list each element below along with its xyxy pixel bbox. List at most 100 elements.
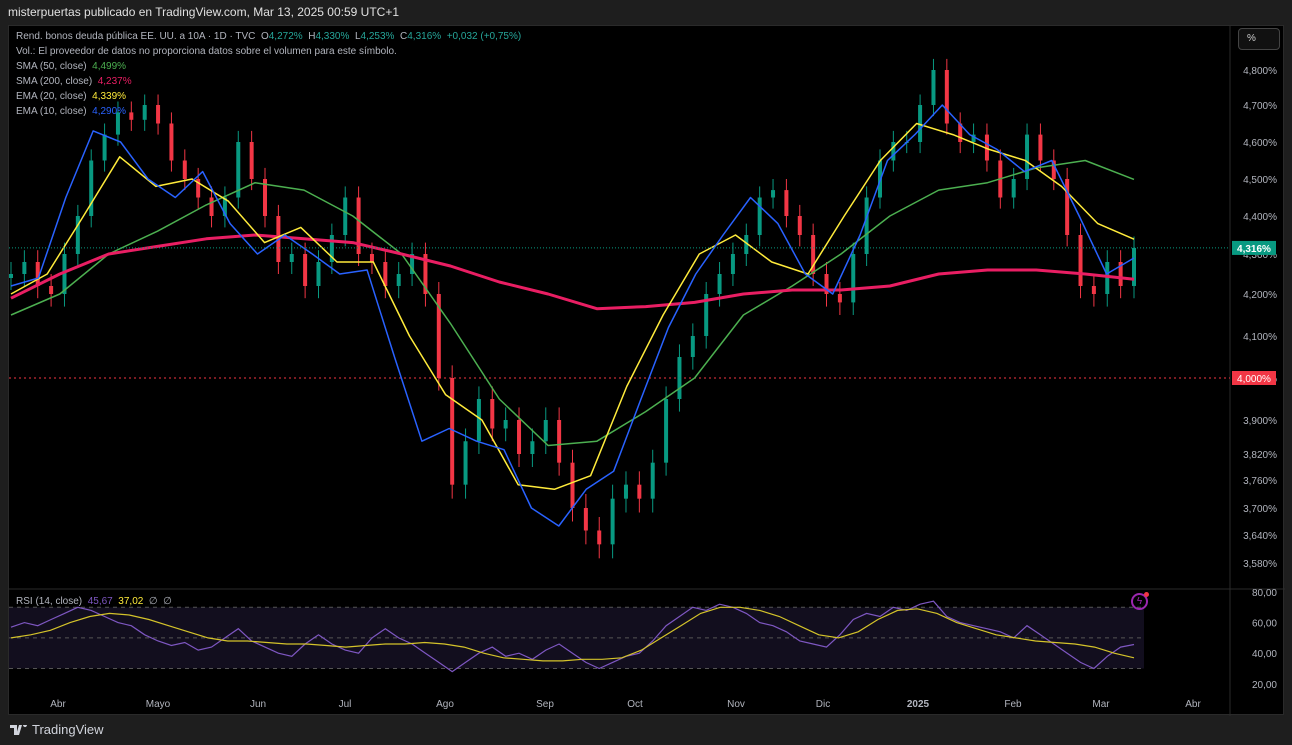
time-tick-label: Abr xyxy=(1185,699,1201,710)
candle-body xyxy=(583,508,588,531)
indicator-label: EMA (20, close) xyxy=(16,91,87,102)
chart-panel[interactable]: 4,800% 4,700% 4,600% 4,500% 4,400% 4,300% 4,20… xyxy=(8,25,1285,716)
time-tick-label: Nov xyxy=(727,699,745,710)
price-tick-label: 4,400% xyxy=(1243,212,1277,223)
footer-brand[interactable]: TradingView xyxy=(10,722,104,737)
candle-body xyxy=(343,197,348,235)
candle-body xyxy=(771,190,776,198)
time-tick-label: Oct xyxy=(627,699,643,710)
candle-body xyxy=(49,286,54,294)
candle-body xyxy=(690,336,695,357)
candle-body xyxy=(182,160,187,179)
candle-body xyxy=(837,294,842,303)
candle-body xyxy=(944,70,949,124)
candle-body xyxy=(597,530,602,545)
candle-body xyxy=(517,420,522,454)
candle-body xyxy=(1011,179,1016,198)
time-tick-label: 2025 xyxy=(907,699,930,710)
price-tick-label: 3,900% xyxy=(1243,416,1277,427)
indicator-label: SMA (200, close) xyxy=(16,76,93,87)
high-value: 4,330% xyxy=(315,31,350,42)
legend-sma200[interactable]: SMA (200, close) 4,237% xyxy=(16,76,132,87)
candle-body xyxy=(730,254,735,274)
candle-body xyxy=(1078,235,1083,286)
rsi-tick-label: 60,00 xyxy=(1252,619,1277,630)
indicator-value: 4,499% xyxy=(92,61,127,72)
open-value: 4,272% xyxy=(268,31,303,42)
candle-body xyxy=(209,197,214,216)
close-value: 4,316% xyxy=(407,31,442,42)
candle-body xyxy=(757,197,762,235)
candle-body xyxy=(476,399,481,442)
candle-body xyxy=(156,105,161,124)
low-value: 4,253% xyxy=(360,31,395,42)
publisher-header: misterpuertas publicado en TradingView.c… xyxy=(8,5,399,19)
time-tick-label: Abr xyxy=(50,699,66,710)
legend-sma50[interactable]: SMA (50, close) 4,499% xyxy=(16,61,126,72)
time-tick-label: Jun xyxy=(250,699,266,710)
candle-body xyxy=(1025,134,1030,179)
change-value: +0,032 (+0,75%) xyxy=(446,31,522,42)
percent-scale-button[interactable]: % xyxy=(1238,28,1280,50)
candle-body xyxy=(316,262,321,286)
price-tick-label: 4,700% xyxy=(1243,101,1277,112)
tradingview-logo-icon xyxy=(10,724,27,735)
indicator-line-ema-20-close- xyxy=(10,122,1135,491)
price-tick-label: 3,760% xyxy=(1243,476,1277,487)
chart-canvas[interactable]: 4,800%4,700%4,600%4,500%4,400%4,300%4,20… xyxy=(9,26,1285,716)
candle-body xyxy=(570,462,575,508)
candle-body xyxy=(1091,286,1096,294)
time-tick-label: Feb xyxy=(1004,699,1022,710)
indicator-line-sma-50-close- xyxy=(10,159,1135,447)
open-label: O xyxy=(260,31,269,42)
candle-body xyxy=(503,420,508,429)
legend-ema10[interactable]: EMA (10, close) 4,290% xyxy=(16,106,126,117)
legend-rsi[interactable]: RSI (14, close) 45,67 37,02 ∅ ∅ xyxy=(16,596,172,607)
candle-body xyxy=(129,112,134,120)
candle-body xyxy=(289,254,294,262)
candle-body xyxy=(396,274,401,286)
candle-body xyxy=(557,420,562,463)
rsi-extra: ∅ xyxy=(148,596,158,607)
candle-body xyxy=(864,197,869,254)
price-tick-label: 4,100% xyxy=(1243,332,1277,343)
indicator-label: SMA (50, close) xyxy=(16,61,87,72)
price-tick-label: 4,200% xyxy=(1243,290,1277,301)
lightning-alert-icon[interactable]: ϟ xyxy=(1131,592,1149,610)
candle-body xyxy=(637,484,642,499)
time-tick-label: Mayo xyxy=(146,699,171,710)
indicator-value: 4,339% xyxy=(92,91,127,102)
candle-body xyxy=(89,160,94,216)
candle-body xyxy=(249,142,254,179)
indicator-line-sma-200-close- xyxy=(10,233,1135,311)
rsi-tick-label: 20,00 xyxy=(1252,680,1277,691)
candle-body xyxy=(530,441,535,454)
candle-body xyxy=(22,262,27,274)
rsi-tick-label: 40,00 xyxy=(1252,649,1277,660)
candle-body xyxy=(610,498,615,545)
legend-ema20[interactable]: EMA (20, close) 4,339% xyxy=(16,91,126,102)
price-tick-label: 3,580% xyxy=(1243,559,1277,570)
candle-body xyxy=(142,105,147,120)
candle-body xyxy=(851,254,856,303)
symbol-name: Rend. bonos deuda pública EE. UU. a 10A … xyxy=(16,31,256,42)
indicator-value: 4,290% xyxy=(92,106,127,117)
last-price-label: 4,316% xyxy=(1237,244,1271,255)
candle-body xyxy=(717,274,722,294)
candle-body xyxy=(623,484,628,499)
candle-body xyxy=(1038,134,1043,161)
price-tick-label: 4,800% xyxy=(1243,66,1277,77)
price-tick-label: 3,700% xyxy=(1243,504,1277,515)
volume-note: Vol.: El proveedor de datos no proporcio… xyxy=(16,46,397,57)
symbol-legend: Rend. bonos deuda pública EE. UU. a 10A … xyxy=(16,31,521,42)
candle-body xyxy=(797,216,802,235)
price-tick-label: 3,820% xyxy=(1243,450,1277,461)
rsi-tick-label: 80,00 xyxy=(1252,588,1277,599)
indicator-value: 4,237% xyxy=(97,76,132,87)
time-tick-label: Ago xyxy=(436,699,454,710)
candle-body xyxy=(169,123,174,161)
rsi-value: 45,67 xyxy=(87,596,113,607)
candle-body xyxy=(463,441,468,485)
rsi-label: RSI (14, close) xyxy=(16,596,83,607)
time-tick-label: Sep xyxy=(536,699,554,710)
